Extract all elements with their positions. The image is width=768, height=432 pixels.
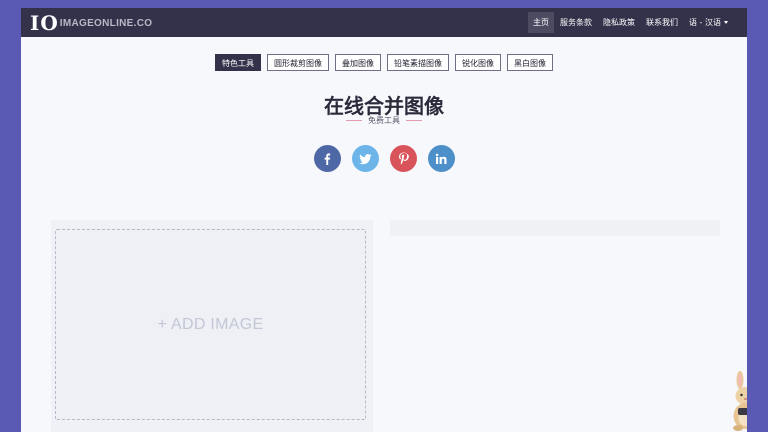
facebook-icon bbox=[324, 152, 331, 165]
result-panel bbox=[390, 220, 720, 236]
tab-overlay-image[interactable]: 叠加图像 bbox=[335, 54, 381, 71]
rabbit-mascot[interactable] bbox=[729, 370, 747, 432]
language-dropdown[interactable]: 语 - 汉语 bbox=[684, 12, 733, 33]
nav-link-privacy[interactable]: 隐私政策 bbox=[598, 12, 640, 33]
twitter-icon bbox=[358, 153, 371, 164]
nav-link-home[interactable]: 主页 bbox=[528, 12, 555, 33]
logo-mark: IO bbox=[30, 10, 59, 35]
page-subtitle: 免费工具 bbox=[21, 115, 747, 126]
pinterest-share-button[interactable] bbox=[389, 145, 417, 172]
subtitle-text: 免费工具 bbox=[368, 116, 400, 125]
subtitle-divider-right bbox=[406, 120, 422, 121]
nav-link-terms[interactable]: 服务条款 bbox=[555, 12, 597, 33]
site-logo[interactable]: IO IMAGEONLINE.CO bbox=[30, 8, 152, 37]
logo-text: IMAGEONLINE.CO bbox=[59, 18, 153, 29]
chevron-down-icon bbox=[724, 21, 728, 24]
tab-sharpen-image[interactable]: 锐化图像 bbox=[455, 54, 501, 71]
linkedin-share-button[interactable] bbox=[427, 145, 455, 172]
linkedin-icon bbox=[435, 153, 447, 164]
twitter-share-button[interactable] bbox=[351, 145, 379, 172]
tab-pencil-sketch[interactable]: 铅笔素描图像 bbox=[387, 54, 449, 71]
nav-link-contact[interactable]: 联系我们 bbox=[641, 12, 683, 33]
top-navbar: IO IMAGEONLINE.CO 主页 服务条款 隐私政策 联系我们 语 - … bbox=[21, 8, 747, 37]
social-share-buttons bbox=[21, 145, 747, 172]
add-image-dropzone[interactable]: + ADD IMAGE bbox=[55, 229, 366, 420]
nav-links: 主页 服务条款 隐私政策 联系我们 语 - 汉语 bbox=[527, 11, 733, 34]
tab-circle-crop[interactable]: 圆形裁剪图像 bbox=[267, 54, 329, 71]
rabbit-icon bbox=[733, 371, 747, 431]
add-image-label: + ADD IMAGE bbox=[157, 315, 264, 333]
tab-featured-tools[interactable]: 特色工具 bbox=[215, 54, 261, 71]
language-label: 语 - 汉语 bbox=[689, 18, 721, 27]
pinterest-icon bbox=[398, 152, 409, 165]
facebook-share-button[interactable] bbox=[313, 145, 341, 172]
tool-tabs: 特色工具 圆形裁剪图像 叠加图像 铅笔素描图像 锐化图像 黑白图像 bbox=[21, 54, 747, 71]
tab-black-white[interactable]: 黑白图像 bbox=[507, 54, 553, 71]
subtitle-divider-left bbox=[346, 120, 362, 121]
browser-viewport: IO IMAGEONLINE.CO 主页 服务条款 隐私政策 联系我们 语 - … bbox=[21, 8, 747, 432]
